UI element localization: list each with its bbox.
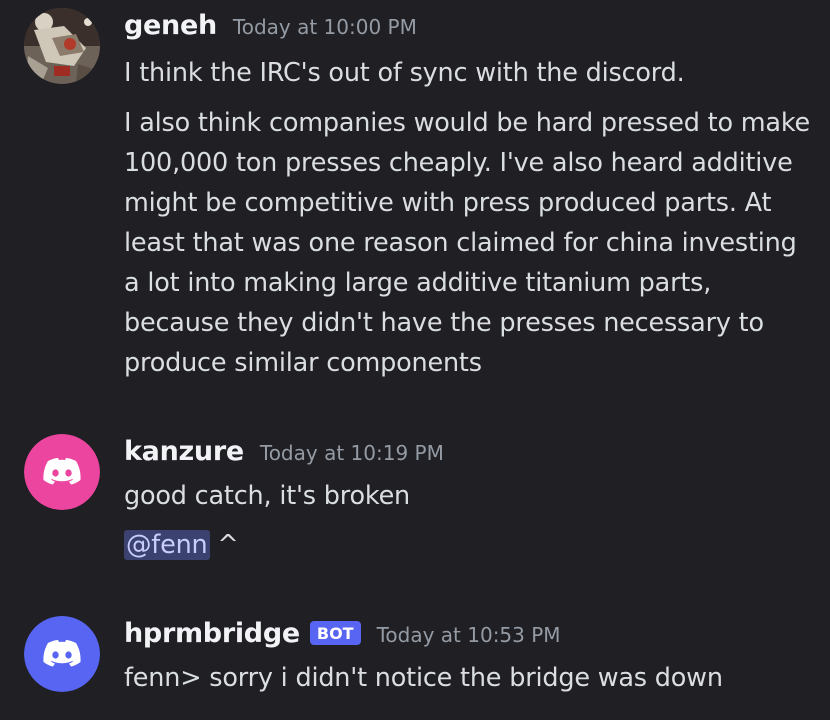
message-text: I also think companies would be hard pre… <box>124 108 810 378</box>
user-mention[interactable]: @fenn <box>124 530 210 560</box>
bot-badge: BOT <box>309 621 361 645</box>
message-timestamp[interactable]: Today at 10:53 PM <box>377 623 561 647</box>
message-timestamp[interactable]: Today at 10:19 PM <box>260 441 444 465</box>
message-timestamp[interactable]: Today at 10:00 PM <box>233 15 417 39</box>
astronaut-photo-icon <box>24 8 100 84</box>
mention-suffix-text: ^ <box>209 530 239 560</box>
message-text: I think the IRC's out of sync with the d… <box>124 58 685 88</box>
chat-message-list: geneh Today at 10:00 PM I think the IRC'… <box>0 0 830 720</box>
message-text: good catch, it's broken <box>124 481 411 511</box>
discord-logo-icon <box>24 434 100 510</box>
user-avatar-hprmbridge[interactable] <box>24 616 100 692</box>
message-text: fenn> sorry i didn't notice the bridge w… <box>124 663 723 693</box>
message-header: geneh Today at 10:00 PM <box>124 10 417 41</box>
message-header: kanzure Today at 10:19 PM <box>124 436 444 467</box>
user-avatar-kanzure[interactable] <box>24 434 100 510</box>
message-text-mention-line: @fenn ^ <box>124 525 814 565</box>
discord-logo-icon <box>24 616 100 692</box>
username[interactable]: geneh <box>124 10 217 41</box>
message-header: hprmbridge BOT Today at 10:53 PM <box>124 618 561 649</box>
username[interactable]: hprmbridge <box>124 618 300 649</box>
username[interactable]: kanzure <box>124 436 244 467</box>
user-avatar-geneh[interactable] <box>24 8 100 84</box>
